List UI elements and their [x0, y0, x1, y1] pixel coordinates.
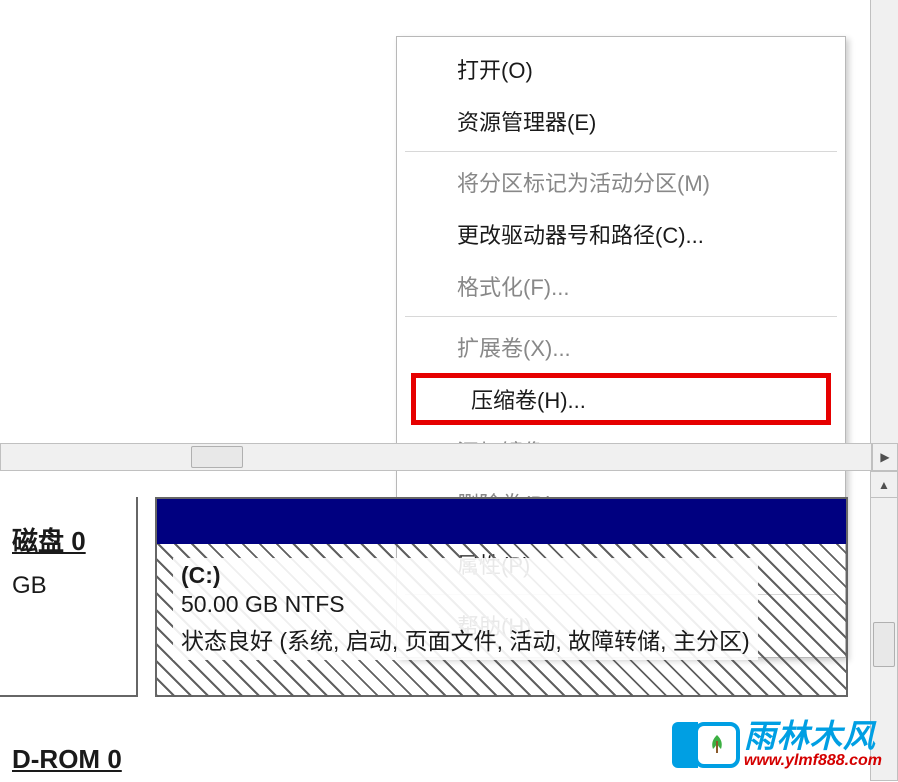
chevron-right-icon: ▶ — [880, 450, 889, 464]
volume-drive-letter: (C:) — [181, 562, 750, 589]
menu-separator — [405, 151, 837, 152]
menu-item-mark-active: 将分区标记为活动分区(M) — [397, 156, 845, 208]
volume-body: (C:) 50.00 GB NTFS 状态良好 (系统, 启动, 页面文件, 活… — [157, 544, 846, 697]
menu-item-change-drive-letter[interactable]: 更改驱动器号和路径(C)... — [397, 208, 845, 260]
scroll-up-arrow[interactable]: ▲ — [871, 472, 897, 498]
cdrom-label: D-ROM 0 — [12, 744, 128, 775]
cdrom-info-panel: D-ROM 0 — [0, 720, 140, 775]
vertical-scrollbar-thumb[interactable] — [873, 622, 895, 667]
right-panel-border — [870, 0, 898, 445]
disk-label: 磁盘 0 — [12, 521, 124, 558]
horizontal-scrollbar-thumb[interactable] — [191, 446, 243, 468]
menu-item-open[interactable]: 打开(O) — [397, 43, 845, 95]
volume-c-container[interactable]: (C:) 50.00 GB NTFS 状态良好 (系统, 启动, 页面文件, 活… — [155, 497, 848, 697]
menu-item-explorer[interactable]: 资源管理器(E) — [397, 95, 845, 147]
watermark-title: 雨林木风 — [744, 720, 882, 754]
menu-item-extend-volume: 扩展卷(X)... — [397, 321, 845, 373]
watermark-logo-icon — [694, 722, 740, 768]
watermark: 雨林木风 www.ylmf888.com — [694, 720, 882, 770]
volume-status: 状态良好 (系统, 启动, 页面文件, 活动, 故障转储, 主分区) — [181, 622, 750, 656]
menu-item-format: 格式化(F)... — [397, 260, 845, 312]
disk-info-panel: 磁盘 0 GB — [0, 497, 138, 697]
menu-separator — [405, 316, 837, 317]
disk-size-unit: GB — [12, 572, 124, 600]
leaf-icon — [705, 733, 729, 757]
volume-size-fs: 50.00 GB NTFS — [181, 591, 750, 618]
scroll-right-arrow[interactable]: ▶ — [872, 443, 898, 471]
horizontal-scrollbar[interactable] — [0, 443, 872, 471]
watermark-url: www.ylmf888.com — [744, 753, 882, 770]
menu-item-shrink-volume[interactable]: 压缩卷(H)... — [411, 373, 831, 425]
watermark-blue-accent — [672, 722, 698, 768]
volume-header-bar — [157, 499, 846, 544]
watermark-text: 雨林木风 www.ylmf888.com — [744, 720, 882, 770]
chevron-up-icon: ▲ — [878, 478, 890, 492]
volume-info-inner: (C:) 50.00 GB NTFS 状态良好 (系统, 启动, 页面文件, 活… — [173, 558, 758, 660]
